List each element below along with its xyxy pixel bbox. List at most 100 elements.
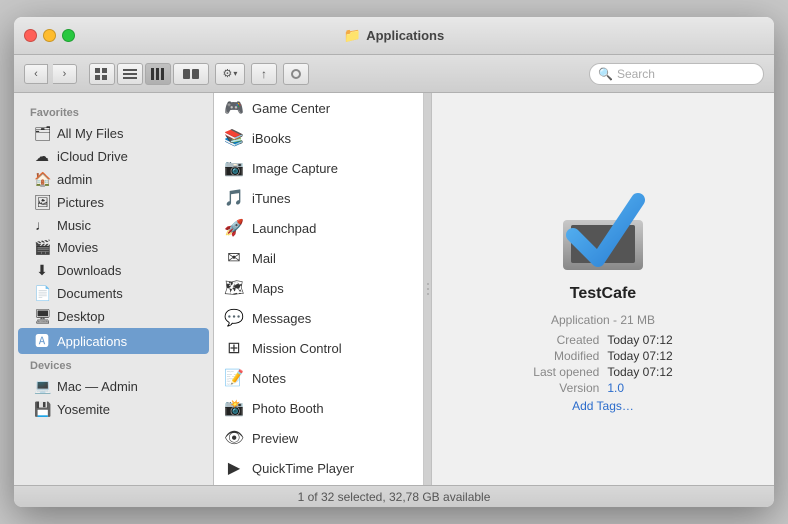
main-content: Favorites 🗂 All My Files ☁ iCloud Drive … xyxy=(14,93,774,485)
movies-icon: 🎬 xyxy=(34,239,50,256)
sidebar: Favorites 🗂 All My Files ☁ iCloud Drive … xyxy=(14,93,214,485)
search-icon: 🔍 xyxy=(598,67,613,81)
ibooks-icon: 📚 xyxy=(224,128,244,148)
file-item-messages[interactable]: 💬 Messages xyxy=(214,303,423,333)
sidebar-item-documents[interactable]: 📄 Documents xyxy=(18,282,209,305)
desktop-icon: 🖥 xyxy=(34,308,50,325)
documents-icon: 📄 xyxy=(34,285,50,302)
finder-window: 📁 Applications ‹ › xyxy=(14,17,774,507)
last-opened-label: Last opened xyxy=(533,365,599,379)
sidebar-item-mac-admin[interactable]: 💻 Mac — Admin xyxy=(18,375,209,398)
testcafe-app-icon xyxy=(543,165,663,285)
share-icon: ↑ xyxy=(261,67,267,81)
app-name: TestCafe xyxy=(570,285,636,303)
photo-booth-icon: 📸 xyxy=(224,398,244,418)
gear-icon: ⚙ xyxy=(223,67,233,80)
detail-panel: TestCafe Application - 21 MB Created Tod… xyxy=(432,93,774,485)
version-label: Version xyxy=(533,381,599,395)
notes-icon: 📝 xyxy=(224,368,244,388)
view-icon-button[interactable] xyxy=(89,63,115,85)
game-center-icon: 🎮 xyxy=(224,98,244,118)
status-text: 1 of 32 selected, 32,78 GB available xyxy=(298,490,491,504)
sidebar-item-icloud-drive[interactable]: ☁ iCloud Drive xyxy=(18,145,209,168)
folder-icon: 📁 xyxy=(344,27,361,44)
downloads-icon: ⬇ xyxy=(34,262,50,279)
preview-icon: 👁 xyxy=(224,428,244,448)
view-cover-button[interactable] xyxy=(173,63,209,85)
file-item-itunes[interactable]: 🎵 iTunes xyxy=(214,183,423,213)
cover-icon xyxy=(181,68,201,80)
all-my-files-icon: 🗂 xyxy=(34,125,50,142)
modified-label: Modified xyxy=(533,349,599,363)
grid-icon xyxy=(95,68,109,80)
file-item-mail[interactable]: ✉ Mail xyxy=(214,243,423,273)
pictures-icon: 🖼 xyxy=(34,194,50,211)
sidebar-item-music[interactable]: ♩ Music xyxy=(18,214,209,236)
back-button[interactable]: ‹ xyxy=(24,64,48,84)
view-buttons xyxy=(89,63,209,85)
list-icon xyxy=(123,68,137,80)
add-tags-link[interactable]: Add Tags… xyxy=(572,399,634,413)
view-list-button[interactable] xyxy=(117,63,143,85)
file-item-mission-control[interactable]: ⊞ Mission Control xyxy=(214,333,423,363)
window-title: 📁 Applications xyxy=(344,27,444,44)
file-item-image-capture[interactable]: 📷 Image Capture xyxy=(214,153,423,183)
forward-button[interactable]: › xyxy=(53,64,77,84)
created-value: Today 07:12 xyxy=(607,333,672,347)
dropdown-arrow: ▾ xyxy=(233,69,237,78)
action-button[interactable]: ⚙ ▾ xyxy=(215,63,245,85)
applications-icon: 🅰 xyxy=(34,331,50,351)
mac-icon: 💻 xyxy=(34,378,50,395)
launchpad-icon: 🚀 xyxy=(224,218,244,238)
messages-icon: 💬 xyxy=(224,308,244,328)
home-icon: 🏠 xyxy=(34,171,50,188)
last-opened-value: Today 07:12 xyxy=(607,365,672,379)
yosemite-icon: 💾 xyxy=(34,401,50,418)
itunes-icon: 🎵 xyxy=(224,188,244,208)
sidebar-item-downloads[interactable]: ⬇ Downloads xyxy=(18,259,209,282)
sidebar-item-all-my-files[interactable]: 🗂 All My Files xyxy=(18,122,209,145)
share-button[interactable]: ↑ xyxy=(251,63,277,85)
detail-meta: Created Today 07:12 Modified Today 07:12… xyxy=(533,333,672,395)
maximize-button[interactable] xyxy=(62,29,75,42)
minimize-button[interactable] xyxy=(43,29,56,42)
created-label: Created xyxy=(533,333,599,347)
sidebar-item-applications[interactable]: 🅰 Applications xyxy=(18,328,209,354)
mail-icon: ✉ xyxy=(224,248,244,268)
file-item-launchpad[interactable]: 🚀 Launchpad xyxy=(214,213,423,243)
search-placeholder: Search xyxy=(617,67,655,81)
search-box[interactable]: 🔍 Search xyxy=(589,63,764,85)
toolbar: ‹ › xyxy=(14,55,774,93)
tag-icon xyxy=(291,69,301,79)
file-item-photo-booth[interactable]: 📸 Photo Booth xyxy=(214,393,423,423)
favorites-label: Favorites xyxy=(14,101,213,122)
version-value: 1.0 xyxy=(607,381,672,395)
titlebar: 📁 Applications xyxy=(14,17,774,55)
modified-value: Today 07:12 xyxy=(607,349,672,363)
resize-dots xyxy=(427,283,429,295)
file-item-ibooks[interactable]: 📚 iBooks xyxy=(214,123,423,153)
sidebar-item-yosemite[interactable]: 💾 Yosemite xyxy=(18,398,209,421)
icloud-icon: ☁ xyxy=(34,148,50,165)
sidebar-item-movies[interactable]: 🎬 Movies xyxy=(18,236,209,259)
sidebar-item-desktop[interactable]: 🖥 Desktop xyxy=(18,305,209,328)
resize-handle[interactable] xyxy=(424,93,432,485)
music-icon: ♩ xyxy=(34,217,50,233)
view-column-button[interactable] xyxy=(145,63,171,85)
column-icon xyxy=(151,68,165,80)
mission-control-icon: ⊞ xyxy=(224,338,244,358)
maps-icon: 🗺 xyxy=(224,278,244,298)
file-item-preview[interactable]: 👁 Preview xyxy=(214,423,423,453)
sidebar-item-pictures[interactable]: 🖼 Pictures xyxy=(18,191,209,214)
statusbar: 1 of 32 selected, 32,78 GB available xyxy=(14,485,774,507)
app-type: Application - 21 MB xyxy=(551,313,655,327)
file-list: 🎮 Game Center 📚 iBooks 📷 Image Capture 🎵… xyxy=(214,93,424,485)
file-item-maps[interactable]: 🗺 Maps xyxy=(214,273,423,303)
file-item-quicktime[interactable]: ▶ QuickTime Player xyxy=(214,453,423,483)
close-button[interactable] xyxy=(24,29,37,42)
image-capture-icon: 📷 xyxy=(224,158,244,178)
sidebar-item-admin[interactable]: 🏠 admin xyxy=(18,168,209,191)
tag-button[interactable] xyxy=(283,63,309,85)
file-item-notes[interactable]: 📝 Notes xyxy=(214,363,423,393)
file-item-game-center[interactable]: 🎮 Game Center xyxy=(214,93,423,123)
